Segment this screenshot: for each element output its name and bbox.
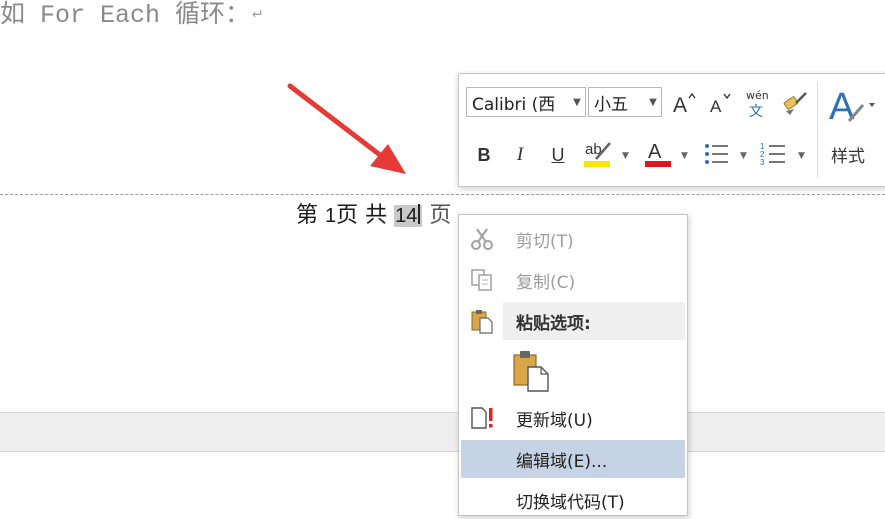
total-pages-value: 14 bbox=[395, 205, 418, 227]
footer-prefix: 第 bbox=[296, 203, 319, 228]
chevron-down-icon[interactable]: ▼ bbox=[681, 151, 688, 161]
chevron-down-icon[interactable]: ▼ bbox=[569, 97, 585, 108]
shrink-font-button[interactable]: A bbox=[705, 88, 735, 118]
document-line-text: 如 For Each 循环： bbox=[0, 1, 251, 30]
update-field-icon bbox=[471, 407, 493, 429]
footer-current-page[interactable]: 1 bbox=[325, 205, 336, 227]
numbered-list-icon: 1 2 3 bbox=[760, 142, 785, 167]
total-pages-field[interactable]: 14 bbox=[394, 204, 423, 227]
text-cursor bbox=[418, 204, 421, 224]
shrink-font-icon: A bbox=[710, 93, 731, 116]
menu-item-edit-field[interactable]: 编辑域(E)... bbox=[461, 440, 685, 478]
highlight-button[interactable]: ab bbox=[581, 136, 615, 172]
menu-item-label: 更新域(U) bbox=[516, 410, 593, 431]
phonetic-guide-button[interactable]: wén 文 bbox=[742, 86, 776, 120]
styles-label: 样式 bbox=[831, 147, 865, 167]
footer-page-number[interactable]: 第 1页 共 14 页 bbox=[296, 197, 451, 229]
menu-item-label: 切换域代码(T) bbox=[516, 492, 625, 513]
svg-text:A: A bbox=[673, 94, 687, 116]
numbering-button[interactable]: 1 2 3 bbox=[759, 138, 789, 170]
paste-options-header: 粘贴选项: bbox=[503, 302, 685, 340]
styles-gallery-button[interactable]: A bbox=[825, 82, 879, 128]
phonetic-char: 文 bbox=[749, 104, 763, 120]
page-gap bbox=[0, 412, 885, 452]
menu-item-label: 复制(C) bbox=[516, 272, 576, 293]
bullet-list-icon bbox=[705, 144, 728, 164]
menu-item-update-field[interactable]: 更新域(U) bbox=[461, 399, 685, 437]
chevron-down-icon[interactable]: ▼ bbox=[798, 151, 805, 161]
context-menu: 剪切(T) 复制(C) 粘贴选项: 更新域(U) 编辑域(E)... 切换域代码… bbox=[458, 214, 688, 516]
bold-button[interactable]: B bbox=[471, 140, 497, 170]
italic-button[interactable]: I bbox=[507, 140, 533, 170]
font-name-combo[interactable]: Calibri (西 ▼ bbox=[466, 87, 586, 117]
menu-item-label: 编辑域(E)... bbox=[516, 451, 608, 472]
chevron-down-icon[interactable]: ▼ bbox=[645, 97, 661, 108]
footer-middle: 页 共 bbox=[336, 203, 388, 228]
paste-icon bbox=[471, 310, 493, 334]
menu-item-copy[interactable]: 复制(C) bbox=[461, 261, 685, 299]
chevron-down-icon[interactable]: ▼ bbox=[622, 151, 629, 161]
bullets-button[interactable] bbox=[702, 138, 732, 170]
footer-separator bbox=[0, 194, 885, 195]
font-size-combo[interactable]: 小五 ▼ bbox=[588, 87, 662, 117]
toolbar-separator bbox=[817, 82, 818, 178]
format-painter-button[interactable] bbox=[781, 88, 811, 118]
scissors-icon bbox=[471, 228, 493, 250]
underline-button[interactable]: U bbox=[545, 140, 571, 170]
font-size-value: 小五 bbox=[594, 94, 628, 115]
chevron-down-icon[interactable]: ▼ bbox=[740, 151, 747, 161]
font-color-label: A bbox=[648, 141, 662, 163]
paragraph-mark: ↵ bbox=[252, 4, 262, 22]
highlighter-icon: ab bbox=[584, 141, 611, 167]
menu-item-label: 剪切(T) bbox=[516, 231, 574, 252]
copy-icon bbox=[471, 269, 492, 291]
phonetic-guide-icon: wén 文 bbox=[746, 89, 769, 120]
svg-text:A: A bbox=[710, 97, 722, 116]
document-text-line: 如 For Each 循环： ↵ bbox=[0, 0, 262, 30]
svg-text:3: 3 bbox=[760, 158, 765, 167]
footer-suffix: 页 bbox=[429, 203, 452, 228]
menu-item-label: 粘贴选项: bbox=[516, 313, 591, 334]
font-name-value: Calibri (西 bbox=[472, 94, 556, 115]
format-painter-icon bbox=[783, 92, 807, 115]
font-color-icon: A bbox=[645, 141, 671, 167]
annotation-arrow-icon bbox=[287, 83, 406, 174]
phonetic-label: wén bbox=[746, 89, 769, 102]
menu-item-toggle-field-codes[interactable]: 切换域代码(T) bbox=[461, 481, 685, 519]
font-color-button[interactable]: A bbox=[643, 136, 673, 172]
menu-item-cut[interactable]: 剪切(T) bbox=[461, 220, 685, 258]
grow-font-button[interactable]: A bbox=[669, 88, 699, 118]
styles-icon: A bbox=[829, 86, 875, 127]
mini-toolbar: Calibri (西 ▼ 小五 ▼ A A wén 文 A 样式 B I U a… bbox=[458, 73, 885, 187]
grow-font-icon: A bbox=[673, 92, 696, 116]
paste-keep-text-only-icon[interactable] bbox=[511, 350, 551, 392]
